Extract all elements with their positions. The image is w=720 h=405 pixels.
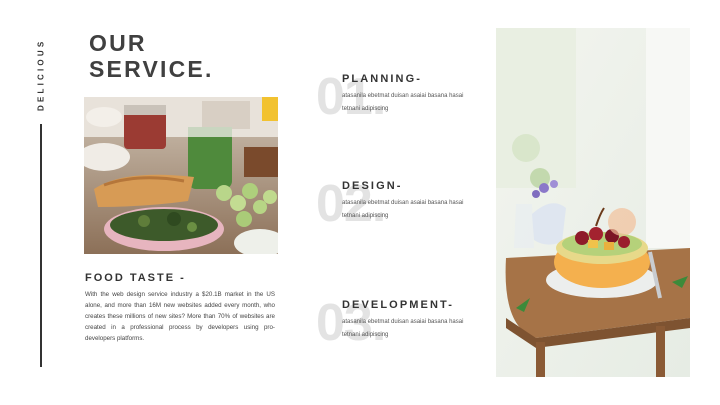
brand-vertical-label: DELICIOUS xyxy=(36,38,46,112)
service-design: 02. DESIGN- atasanila ebetmat duisan asa… xyxy=(316,175,486,240)
service-planning: 01. PLANNING- atasanila ebetmat duisan a… xyxy=(316,68,486,133)
brand-divider-line xyxy=(40,124,42,367)
food-taste-heading: FOOD TASTE - xyxy=(85,272,186,284)
page-title-line2: SERVICE. xyxy=(89,56,214,82)
food-taste-description: With the web design service industry a $… xyxy=(85,291,275,343)
service-development: 03. DEVELOPMENT- atasanila ebetmat duisa… xyxy=(316,294,486,359)
page-title-line1: OUR xyxy=(89,30,147,56)
service-heading: DEVELOPMENT- xyxy=(342,299,454,311)
melon-dessert-photo xyxy=(496,28,690,377)
food-table-photo xyxy=(84,97,278,254)
service-heading: DESIGN- xyxy=(342,180,403,192)
service-heading: PLANNING- xyxy=(342,73,423,85)
service-description: atasanila ebetmat duisan asaiai basana h… xyxy=(342,319,464,338)
service-description: atasanila ebetmat duisan asaiai basana h… xyxy=(342,93,464,112)
page-title: OUR SERVICE. xyxy=(89,30,214,82)
service-description: atasanila ebetmat duisan asaiai basana h… xyxy=(342,200,464,219)
